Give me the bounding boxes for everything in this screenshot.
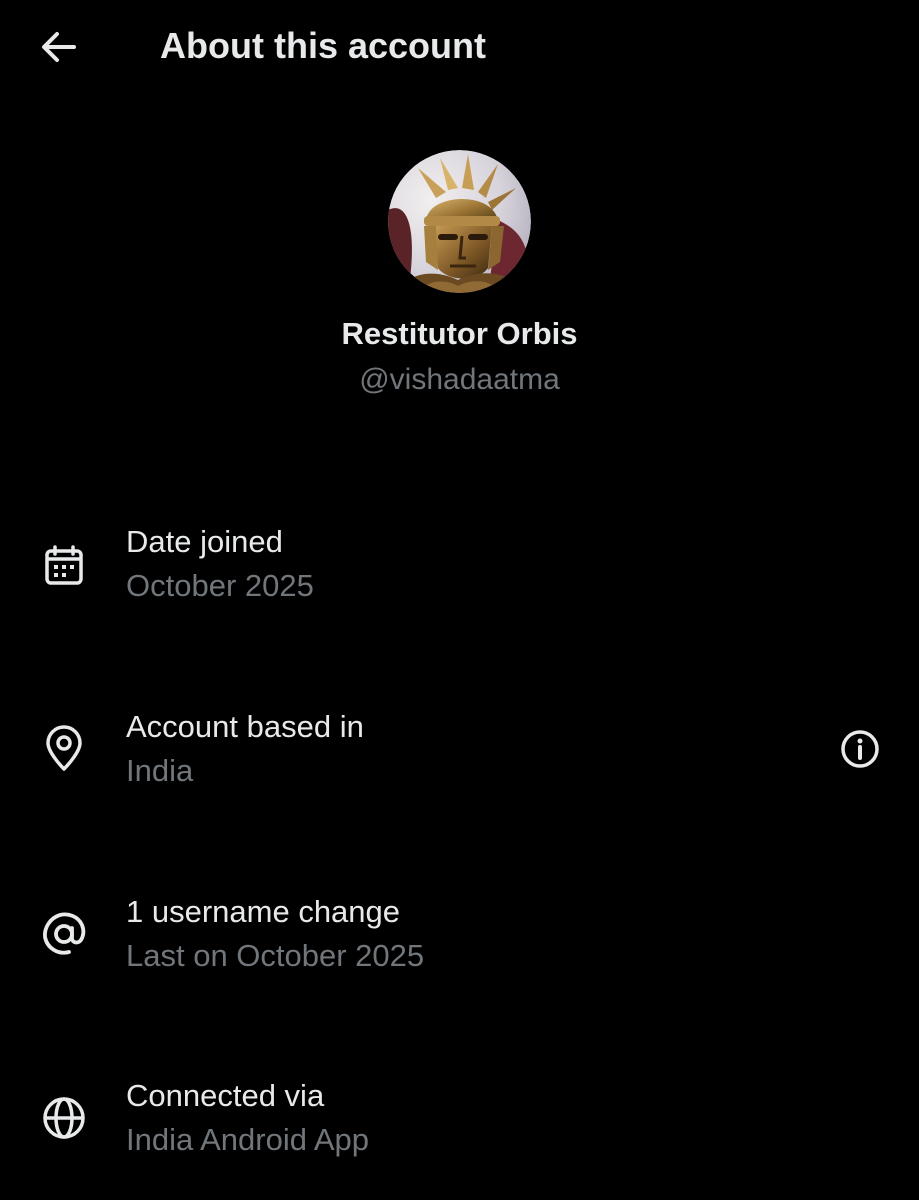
username-change-value: Last on October 2025	[126, 938, 425, 973]
at-sign-icon	[40, 910, 88, 958]
connected-via-value: India Android App	[126, 1122, 370, 1157]
date-joined-value: October 2025	[126, 568, 314, 603]
location-pin-icon	[40, 725, 88, 773]
account-based-in-row: Account based in India	[0, 707, 919, 827]
back-button[interactable]	[30, 22, 86, 72]
username-change-row: 1 username change Last on October 2025	[0, 892, 919, 1012]
username-handle: @vishadaatma	[359, 363, 560, 396]
date-joined-label: Date joined	[126, 524, 283, 559]
account-based-in-value: India	[126, 753, 194, 788]
avatar[interactable]	[388, 150, 531, 293]
account-based-in-label: Account based in	[126, 709, 364, 744]
info-icon	[840, 729, 880, 769]
top-app-bar: About this account	[0, 0, 919, 95]
date-joined-row: Date joined October 2025	[0, 522, 919, 642]
globe-icon	[40, 1094, 88, 1142]
profile-summary: Restitutor Orbis @vishadaatma	[0, 150, 919, 399]
arrow-left-icon	[38, 27, 78, 67]
info-button[interactable]	[838, 727, 882, 771]
connected-via-row: Connected via India Android App	[0, 1076, 919, 1196]
display-name: Restitutor Orbis	[341, 316, 578, 351]
connected-via-label: Connected via	[126, 1078, 325, 1113]
calendar-icon	[40, 542, 88, 590]
page-title: About this account	[160, 25, 486, 66]
username-change-label: 1 username change	[126, 894, 401, 929]
